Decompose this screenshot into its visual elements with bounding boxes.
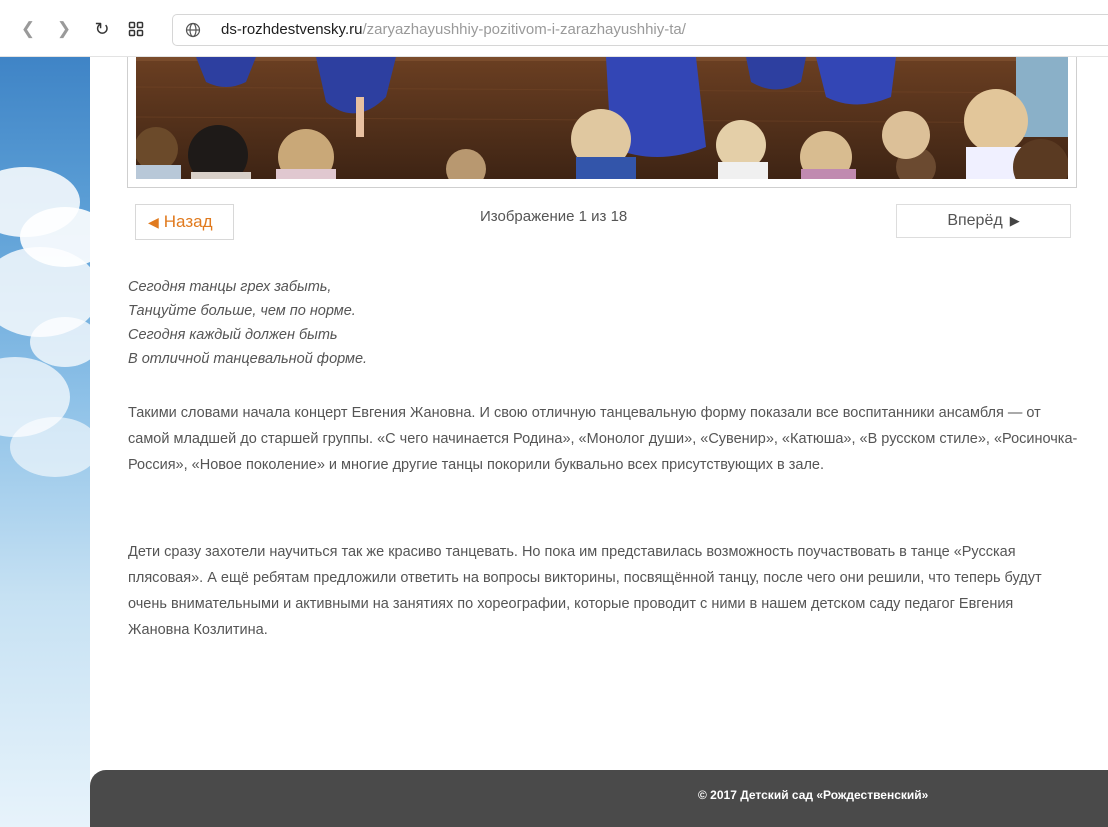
arrow-right-icon: ▶ (1009, 213, 1020, 228)
poem-line: Сегодня каждый должен быть (128, 327, 338, 343)
next-button[interactable]: Вперёд ▶ (896, 204, 1071, 238)
site-footer: © 2017 Детский сад «Рождественский» (90, 770, 1108, 827)
reload-icon[interactable]: ↻ (90, 17, 114, 41)
globe-icon (185, 22, 201, 43)
arrow-left-icon: ◀ (148, 213, 159, 230)
next-label: Вперёд (947, 212, 1003, 229)
poem-line: Сегодня танцы грех забыть, (128, 279, 332, 295)
back-icon[interactable]: ❮ (16, 17, 40, 41)
footer-copyright: © 2017 Детский сад «Рождественский» (698, 788, 929, 802)
image-counter: Изображение 1 из 18 (480, 208, 628, 225)
prev-label: Назад (163, 212, 213, 231)
gallery-photo[interactable] (136, 57, 1068, 179)
tabs-grid-icon[interactable] (124, 17, 148, 41)
address-bar[interactable]: ds-rozhdestvensky.ru/zaryazhayushhiy-poz… (172, 14, 1108, 46)
article-paragraph: Такими словами начала концерт Евгения Жа… (128, 405, 1078, 473)
content-panel: ◀ Назад Изображение 1 из 18 Вперёд ▶ Сег… (90, 57, 1108, 827)
gallery-photo-frame (127, 57, 1077, 188)
sky-background (0, 57, 96, 827)
browser-toolbar: ❮ ❯ ↻ ds-rozhdestvensky.ru/zaryazhayushh… (0, 0, 1108, 57)
poem-line: Танцуйте больше, чем по норме. (128, 303, 356, 319)
url-domain: ds-rozhdestvensky.ru (221, 21, 363, 38)
url-text: ds-rozhdestvensky.ru/zaryazhayushhiy-poz… (221, 21, 686, 38)
url-path: /zaryazhayushhiy-pozitivom-i-zarazhayush… (362, 21, 686, 38)
poem-line: В отличной танцевальной форме. (128, 351, 368, 367)
prev-button[interactable]: ◀ Назад (135, 204, 234, 240)
poem: Сегодня танцы грех забыть, Танцуйте боль… (128, 275, 367, 371)
article-paragraph: Дети сразу захотели научиться так же кра… (128, 544, 1042, 638)
forward-icon[interactable]: ❯ (52, 17, 76, 41)
